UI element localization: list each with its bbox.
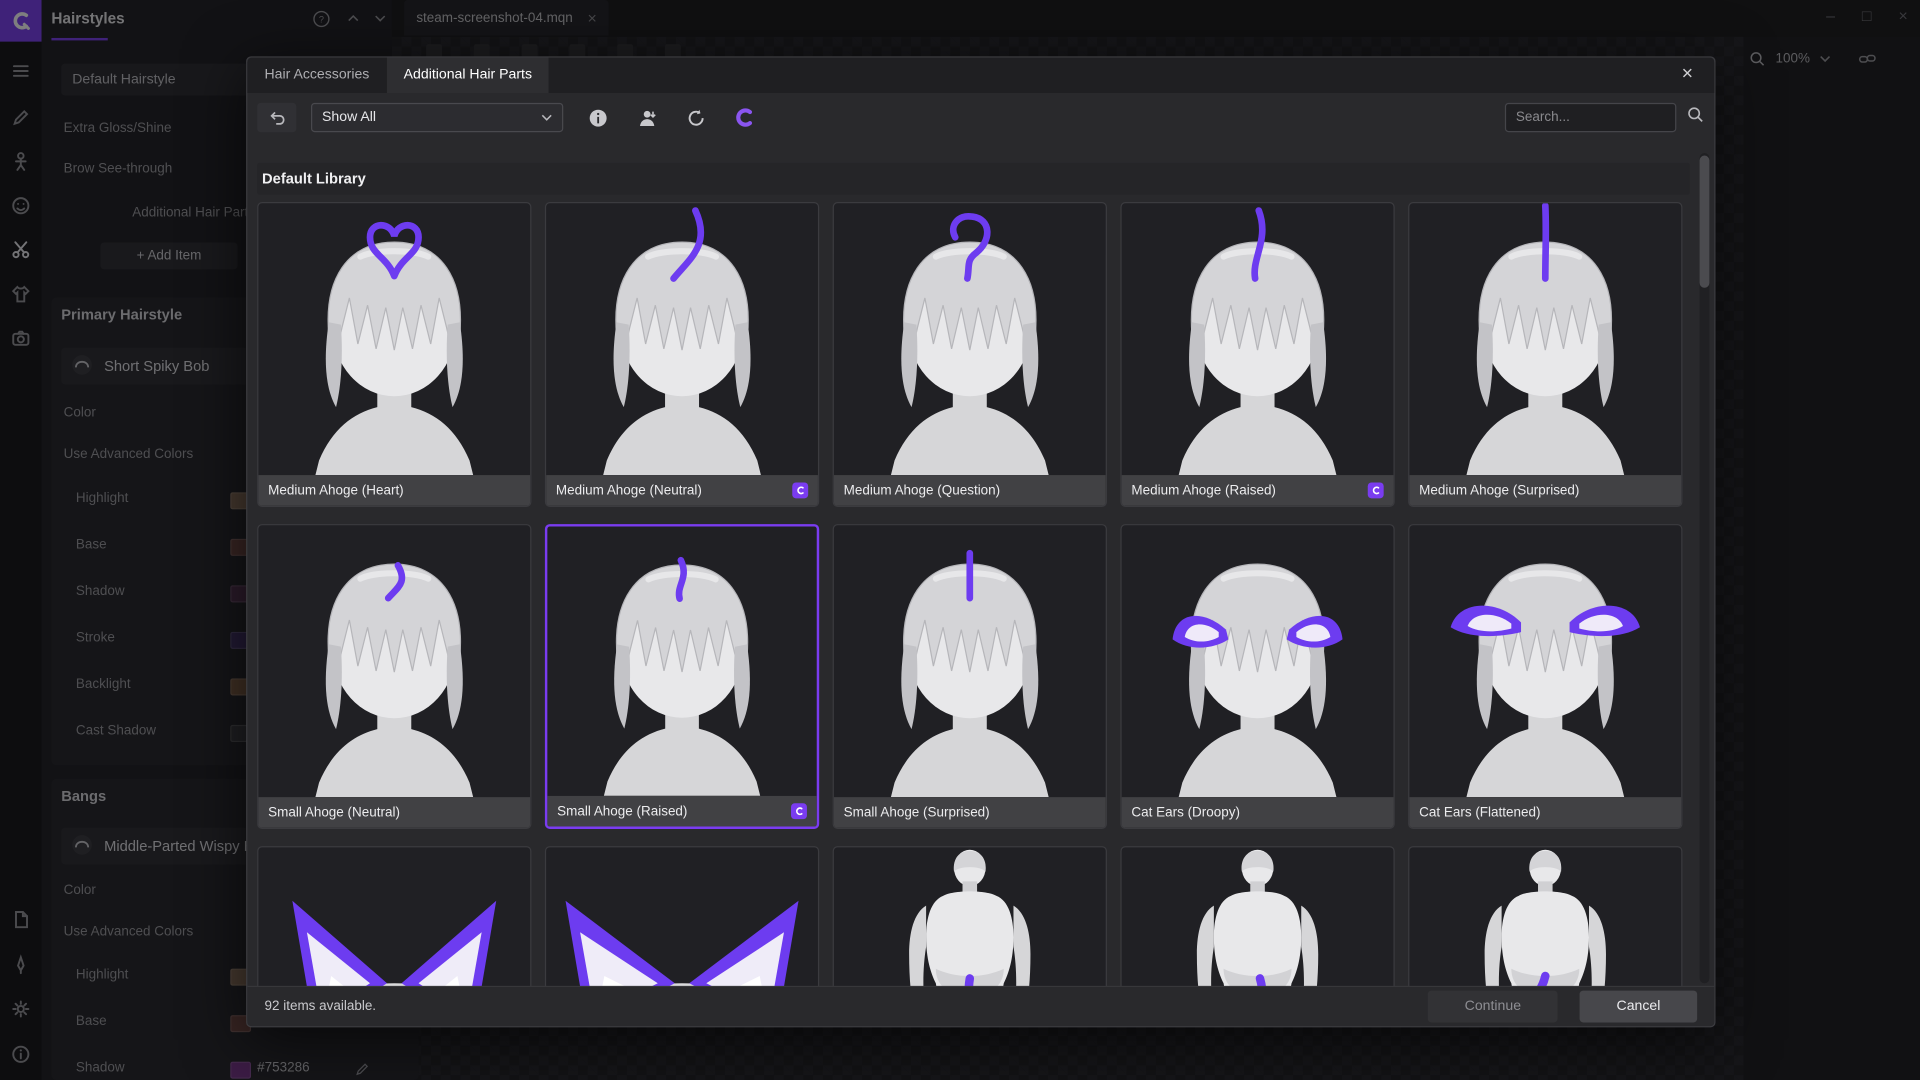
item-thumbnail [546, 203, 818, 475]
item-label: Cat Ears (Flattened) [1419, 805, 1540, 820]
library-section-header: Default Library [257, 163, 1690, 195]
tab-hair-accessories[interactable]: Hair Accessories [247, 58, 386, 94]
item-label-bar: Small Ahoge (Neutral) [258, 797, 530, 828]
grid-item[interactable] [1120, 846, 1394, 988]
search-icon[interactable] [1686, 105, 1704, 129]
item-label-bar: Medium Ahoge (Heart) [258, 475, 530, 506]
grid-item[interactable] [833, 846, 1107, 988]
scrollbar[interactable] [1700, 153, 1710, 983]
dialog-footer: 92 items available. Continue Cancel [247, 986, 1714, 1026]
brand-badge-icon [1368, 482, 1384, 498]
item-label: Medium Ahoge (Neutral) [556, 483, 702, 498]
item-thumbnail [834, 203, 1106, 475]
dialog-tabs: Hair Accessories Additional Hair Parts [247, 58, 1714, 94]
tab-additional-hair-parts[interactable]: Additional Hair Parts [386, 58, 549, 94]
item-thumbnail [834, 525, 1106, 797]
info-button[interactable] [583, 103, 612, 132]
grid-item[interactable]: Medium Ahoge (Heart) [257, 202, 531, 507]
item-thumbnail [258, 525, 530, 797]
continue-button[interactable]: Continue [1428, 991, 1558, 1023]
refresh-button[interactable] [681, 103, 710, 132]
undo-button[interactable] [257, 103, 296, 132]
grid-item[interactable] [545, 846, 819, 988]
grid-item[interactable]: Cat Ears (Droopy) [1120, 524, 1394, 829]
brand-button[interactable] [730, 103, 759, 132]
grid-item[interactable]: Small Ahoge (Raised) [545, 524, 819, 829]
library-section-title: Default Library [257, 170, 366, 187]
item-label-bar: Cat Ears (Flattened) [1409, 797, 1681, 828]
item-label: Small Ahoge (Raised) [557, 804, 687, 819]
item-label: Medium Ahoge (Question) [844, 483, 1000, 498]
item-thumbnail [1122, 847, 1394, 988]
item-label-bar: Medium Ahoge (Question) [834, 475, 1106, 506]
grid-item[interactable] [257, 846, 531, 988]
items-count-status: 92 items available. [264, 999, 376, 1014]
item-label-bar: Small Ahoge (Raised) [547, 796, 816, 827]
grid-item[interactable]: Small Ahoge (Surprised) [833, 524, 1107, 829]
filter-select[interactable]: Show All [311, 103, 563, 132]
grid-item[interactable]: Medium Ahoge (Raised) [1120, 202, 1394, 507]
grid-item[interactable]: Medium Ahoge (Neutral) [545, 202, 819, 507]
item-thumbnail [1409, 525, 1681, 797]
item-label: Cat Ears (Droopy) [1131, 805, 1240, 820]
item-label-bar: Small Ahoge (Surprised) [834, 797, 1106, 828]
app-window: steam-screenshot-04.mqn × – □ × 100% [0, 0, 1920, 1080]
import-user-button[interactable] [632, 103, 661, 132]
grid-item[interactable]: Cat Ears (Flattened) [1408, 524, 1682, 829]
item-label-bar: Cat Ears (Droopy) [1122, 797, 1394, 828]
grid-item[interactable] [1408, 846, 1682, 988]
grid-item[interactable]: Medium Ahoge (Question) [833, 202, 1107, 507]
brand-badge-icon [792, 482, 808, 498]
item-label: Medium Ahoge (Surprised) [1419, 483, 1579, 498]
dialog-toolbar: Show All [257, 102, 1704, 134]
item-label: Medium Ahoge (Raised) [1131, 483, 1276, 498]
item-thumbnail [1409, 847, 1681, 988]
brand-badge-icon [791, 803, 807, 819]
item-thumbnail [1122, 525, 1394, 797]
item-thumbnail [1122, 203, 1394, 475]
item-label-bar: Medium Ahoge (Neutral) [546, 475, 818, 506]
item-thumbnail [546, 847, 818, 988]
item-thumbnail [547, 527, 816, 796]
item-thumbnail [258, 203, 530, 475]
item-thumbnail [1409, 203, 1681, 475]
item-thumbnail [258, 847, 530, 988]
item-label: Small Ahoge (Surprised) [844, 805, 990, 820]
item-label-bar: Medium Ahoge (Surprised) [1409, 475, 1681, 506]
cancel-button[interactable]: Cancel [1580, 991, 1697, 1023]
grid-item[interactable]: Small Ahoge (Neutral) [257, 524, 531, 829]
items-grid: Medium Ahoge (Heart) Medium Ahoge (Neutra… [257, 202, 1685, 988]
filter-select-value: Show All [322, 110, 376, 125]
item-label-bar: Medium Ahoge (Raised) [1122, 475, 1394, 506]
item-label: Small Ahoge (Neutral) [268, 805, 400, 820]
scrollbar-thumb[interactable] [1700, 156, 1710, 288]
dialog-close-icon[interactable]: × [1675, 64, 1699, 86]
filter-caret-icon [541, 110, 552, 125]
hair-parts-dialog: Hair Accessories Additional Hair Parts ×… [246, 56, 1715, 1027]
grid-item[interactable]: Medium Ahoge (Surprised) [1408, 202, 1682, 507]
item-label: Medium Ahoge (Heart) [268, 483, 404, 498]
item-thumbnail [834, 847, 1106, 988]
search-input[interactable] [1505, 103, 1676, 132]
